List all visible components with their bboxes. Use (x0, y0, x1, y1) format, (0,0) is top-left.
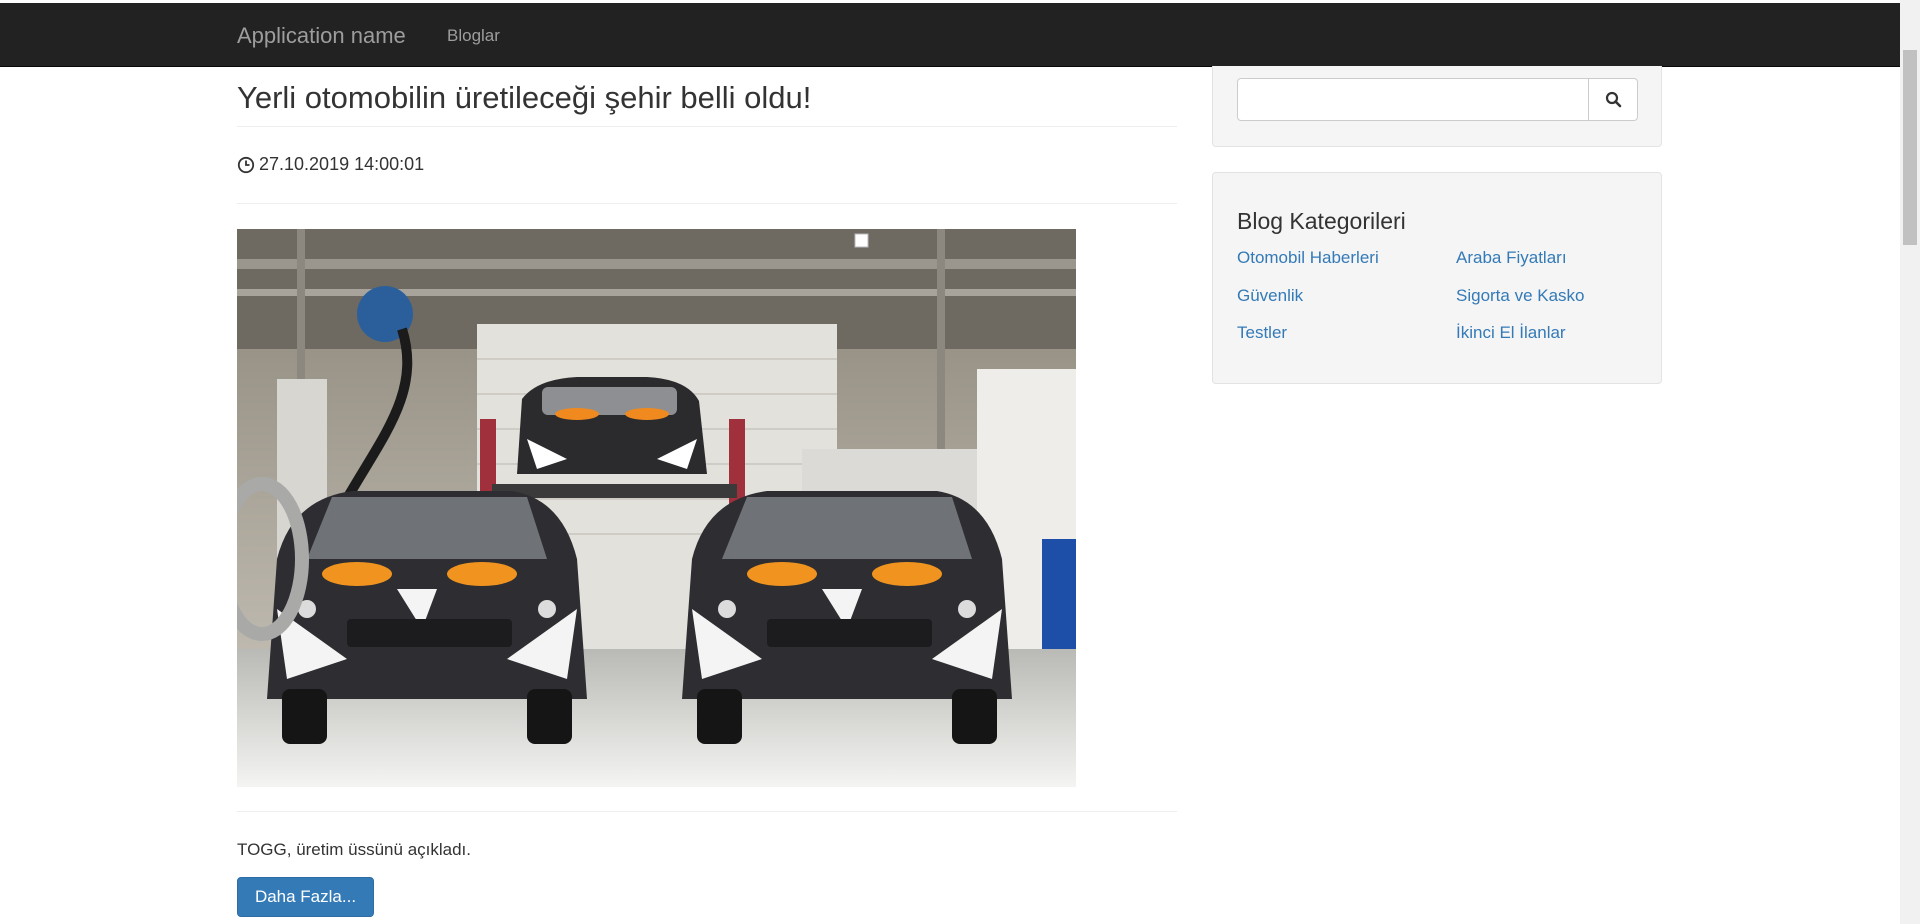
categories-panel (1212, 172, 1662, 384)
clock-icon (237, 156, 255, 173)
category-link[interactable]: Araba Fiyatları (1456, 248, 1567, 268)
category-link[interactable]: Güvenlik (1237, 286, 1303, 306)
brand-link[interactable]: Application name (237, 23, 406, 49)
post-timestamp: 27.10.2019 14:00:01 (259, 154, 425, 174)
divider (237, 126, 1177, 127)
scrollbar-thumb[interactable] (1903, 50, 1917, 245)
category-link[interactable]: İkinci El İlanlar (1456, 323, 1566, 343)
search-button[interactable] (1588, 78, 1638, 121)
post-title: Yerli otomobilin üretileceği şehir belli… (237, 80, 812, 115)
post-image (237, 229, 1076, 787)
search-icon (1605, 91, 1621, 108)
categories-title: Blog Kategorileri (1237, 208, 1406, 234)
navbar: Application name Bloglar (0, 3, 1900, 67)
post-excerpt: TOGG, üretim üssünü açıkladı. (237, 840, 471, 859)
nav-link-bloglar[interactable]: Bloglar (447, 26, 500, 46)
category-link[interactable]: Sigorta ve Kasko (1456, 286, 1585, 306)
category-link[interactable]: Testler (1237, 323, 1287, 343)
divider (237, 203, 1177, 204)
search-input[interactable] (1237, 78, 1589, 121)
divider (237, 811, 1177, 812)
post-meta: 27.10.2019 14:00:01 (237, 154, 424, 175)
read-more-button[interactable]: Daha Fazla... (237, 877, 374, 917)
category-link[interactable]: Otomobil Haberleri (1237, 248, 1379, 268)
